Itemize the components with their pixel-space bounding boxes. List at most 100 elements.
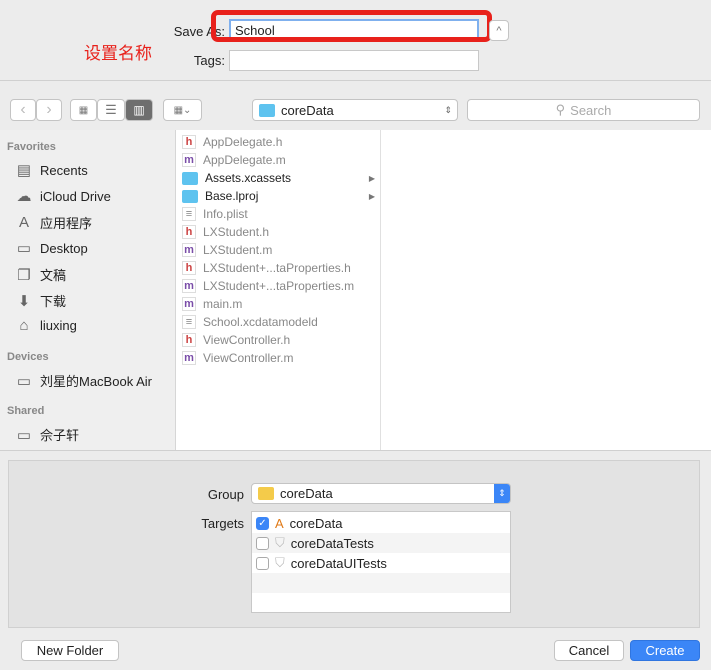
divider <box>0 450 711 451</box>
cloud-icon: ☁ <box>16 188 32 205</box>
sidebar-item-recents[interactable]: ▤ Recents <box>14 161 88 179</box>
group-value: coreData <box>280 486 333 501</box>
section-shared: Shared <box>7 405 45 417</box>
folder-icon <box>259 103 275 117</box>
target-row[interactable]: ✓ AcoreData <box>252 513 510 533</box>
sidebar-item-label: liuxing <box>40 318 77 333</box>
location-dropdown[interactable]: coreData ⇕ <box>252 99 458 121</box>
search-icon: ⚲ <box>555 102 566 117</box>
sidebar-item-label: 刘星的MacBook Air <box>40 374 152 389</box>
header-file-icon: h <box>182 135 196 149</box>
sidebar-item-downloads[interactable]: ⬇ 下载 <box>14 291 66 310</box>
location-value: coreData <box>281 102 334 118</box>
documents-icon: ❐ <box>17 266 31 284</box>
header-file-icon: h <box>182 225 196 239</box>
file-row[interactable]: h ViewController.h <box>182 331 377 349</box>
file-name: AppDelegate.h <box>203 135 283 149</box>
file-name: Assets.xcassets <box>205 171 292 185</box>
disclosure-arrow-icon: ▶ <box>368 191 375 201</box>
sidebar-item-label: 文稿 <box>40 268 67 283</box>
file-row[interactable]: m main.m <box>182 295 377 313</box>
sidebar-item-applications[interactable]: A 应用程序 <box>14 213 92 232</box>
source-file-icon: m <box>182 351 196 365</box>
file-name: ViewController.h <box>203 333 291 347</box>
new-folder-button[interactable]: New Folder <box>21 640 119 661</box>
checkbox[interactable] <box>256 556 269 570</box>
sidebar-item-shared[interactable]: ▭ 佘子轩 <box>14 425 79 444</box>
target-name: coreDataTests <box>290 535 374 551</box>
group-label: Group <box>207 487 244 502</box>
tags-input[interactable] <box>229 50 479 71</box>
checkbox[interactable] <box>256 536 269 550</box>
icon-view-button[interactable]: ▦ <box>70 99 97 121</box>
folder-icon <box>182 189 198 203</box>
sidebar-item-macbook[interactable]: ▭ 刘星的MacBook Air <box>14 371 152 390</box>
file-row[interactable]: m LXStudent.m <box>182 241 377 259</box>
highlight-box <box>211 10 492 42</box>
column-view-button[interactable]: ▥ <box>125 99 153 121</box>
file-name: AppDelegate.m <box>203 153 286 167</box>
home-icon: ⌂ <box>19 317 29 334</box>
sidebar-item-icloud[interactable]: ☁ iCloud Drive <box>14 187 111 205</box>
expand-button[interactable]: ^ <box>489 20 509 41</box>
file-name: LXStudent.h <box>203 225 270 239</box>
group-dropdown[interactable]: coreData ⇕ <box>251 483 511 504</box>
tags-label: Tags: <box>193 53 225 68</box>
divider <box>0 80 711 81</box>
test-icon: ⛉ <box>275 555 285 570</box>
cancel-button[interactable]: Cancel <box>554 640 624 661</box>
header-file-icon: h <box>182 261 196 275</box>
sidebar-item-label: Recents <box>40 162 88 178</box>
search-placeholder: Search <box>570 102 612 118</box>
search-input[interactable]: ⚲ Search <box>467 99 700 121</box>
download-icon: ⬇ <box>17 292 31 310</box>
file-row[interactable]: m LXStudent+...taProperties.m <box>182 277 377 295</box>
target-row[interactable]: ⛉ coreDataUITests <box>252 553 510 573</box>
checkbox-checked[interactable]: ✓ <box>256 516 269 530</box>
list-view-button[interactable]: ☰ <box>97 99 125 121</box>
targets-list: ✓ AcoreData ⛉ coreDataTests ⛉ coreDataUITes… <box>251 511 511 613</box>
arrange-button[interactable]: ▦⌄ <box>163 99 202 121</box>
file-name: Info.plist <box>203 207 248 221</box>
file-name: School.xcdatamodeld <box>203 315 318 329</box>
annotation-text: 设置名称 <box>84 44 152 63</box>
folder-icon <box>182 171 198 185</box>
forward-button[interactable]: › <box>36 99 62 121</box>
sidebar-item-label: iCloud Drive <box>40 188 111 204</box>
file-row[interactable]: Base.lproj ▶ <box>182 187 377 205</box>
sidebar-item-label: 佘子轩 <box>40 428 80 443</box>
empty-row <box>252 573 510 593</box>
disclosure-arrow-icon: ▶ <box>368 173 375 183</box>
file-name: Base.lproj <box>205 189 259 203</box>
sidebar-item-label: Desktop <box>40 240 88 256</box>
file-column: h AppDelegate.h m AppDelegate.m Assets.xcass… <box>176 130 381 450</box>
file-row[interactable]: h AppDelegate.h <box>182 133 377 151</box>
file-row[interactable]: h LXStudent+...taProperties.h <box>182 259 377 277</box>
recents-icon: ▤ <box>16 162 32 179</box>
file-row[interactable]: m ViewController.m <box>182 349 377 367</box>
create-button[interactable]: Create <box>630 640 700 661</box>
header-file-icon: h <box>182 333 196 347</box>
plist-file-icon: ≡ <box>182 207 196 221</box>
source-file-icon: m <box>182 279 196 293</box>
folder-icon <box>258 487 274 500</box>
back-button[interactable]: ‹ <box>10 99 36 121</box>
file-row[interactable]: m AppDelegate.m <box>182 151 377 169</box>
sidebar-item-desktop[interactable]: ▭ Desktop <box>14 239 88 257</box>
model-file-icon: ≡ <box>182 315 196 329</box>
file-row[interactable]: ≡ Info.plist <box>182 205 377 223</box>
laptop-icon: ▭ <box>16 426 32 444</box>
sidebar-item-home[interactable]: ⌂ liuxing <box>14 317 77 334</box>
file-row[interactable]: h LXStudent.h <box>182 223 377 241</box>
source-file-icon: m <box>182 153 196 167</box>
file-name: ViewController.m <box>203 351 294 365</box>
target-row[interactable]: ⛉ coreDataTests <box>252 533 510 553</box>
file-row[interactable]: Assets.xcassets ▶ <box>182 169 377 187</box>
file-name: LXStudent+...taProperties.h <box>203 261 351 275</box>
source-file-icon: m <box>182 297 196 311</box>
sidebar-item-documents[interactable]: ❐ 文稿 <box>14 265 66 284</box>
file-row[interactable]: ≡ School.xcdatamodeld <box>182 313 377 331</box>
section-favorites: Favorites <box>7 141 56 153</box>
desktop-icon: ▭ <box>16 240 32 257</box>
app-icon: A <box>275 515 284 531</box>
